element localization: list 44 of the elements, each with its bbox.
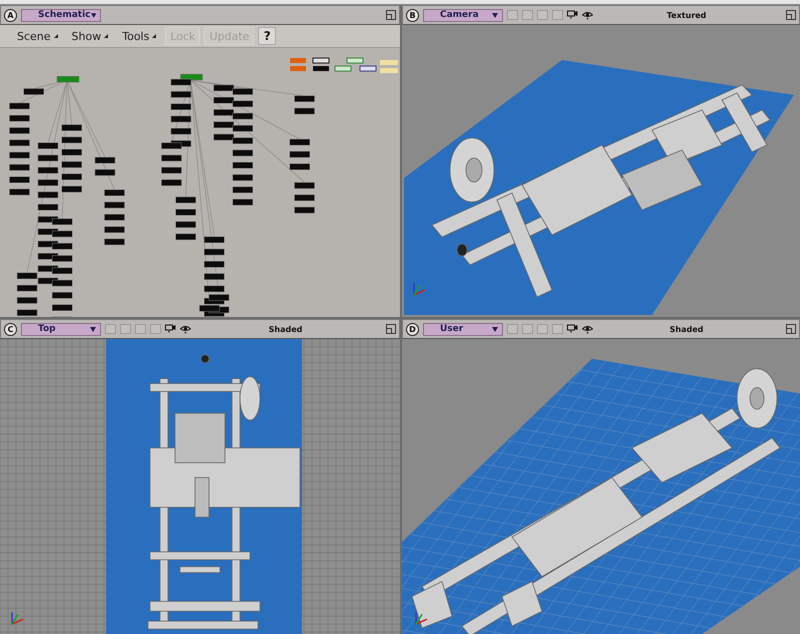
toggle-box[interactable]: [135, 324, 146, 334]
viewport-letter[interactable]: A: [4, 8, 17, 22]
maximize-icon[interactable]: [386, 324, 396, 334]
eye-icon[interactable]: [582, 324, 593, 334]
toggle-box[interactable]: [150, 324, 161, 334]
maximize-icon[interactable]: [786, 10, 796, 20]
caret-icon: [104, 34, 108, 38]
viewport-letter[interactable]: C: [4, 322, 17, 336]
toggle-box[interactable]: [507, 10, 518, 20]
view-dropdown[interactable]: User: [423, 322, 503, 336]
toggle-box[interactable]: [507, 324, 518, 334]
caret-icon: [492, 326, 498, 332]
view-dropdown[interactable]: Camera: [423, 8, 503, 22]
toggle-box[interactable]: [120, 324, 131, 334]
view-dropdown[interactable]: Top: [21, 322, 101, 336]
toggle-box[interactable]: [522, 10, 533, 20]
toggle-box[interactable]: [552, 324, 563, 334]
view-dropdown[interactable]: Schematic: [21, 8, 101, 22]
eye-icon[interactable]: [180, 324, 191, 334]
axis-icon: [11, 612, 24, 625]
viewport-letter[interactable]: B: [406, 8, 419, 22]
caret-icon: [152, 34, 156, 38]
camera-icon[interactable]: [165, 324, 176, 334]
axis-icon: [415, 612, 428, 625]
toggle-box[interactable]: [537, 324, 548, 334]
display-mode-menu[interactable]: Textured: [666, 10, 706, 20]
eye-icon[interactable]: [582, 10, 593, 20]
help-button[interactable]: ?: [258, 27, 276, 45]
toggle-box[interactable]: [522, 324, 533, 334]
caret-icon: [54, 34, 58, 38]
viewport-letter[interactable]: D: [406, 322, 419, 336]
caret-icon: [90, 326, 96, 332]
camera-icon[interactable]: [567, 10, 578, 20]
display-mode-menu[interactable]: Shaded: [268, 324, 302, 334]
maximize-icon[interactable]: [786, 324, 796, 334]
axis-icon: [413, 283, 426, 296]
toggle-box[interactable]: [552, 10, 563, 20]
toggle-box[interactable]: [105, 324, 116, 334]
caret-icon: [492, 12, 498, 18]
display-mode-menu[interactable]: Shaded: [670, 324, 704, 334]
caret-icon: [90, 12, 96, 18]
maximize-icon[interactable]: [386, 10, 396, 20]
toggle-box[interactable]: [537, 10, 548, 20]
camera-icon[interactable]: [567, 324, 578, 334]
